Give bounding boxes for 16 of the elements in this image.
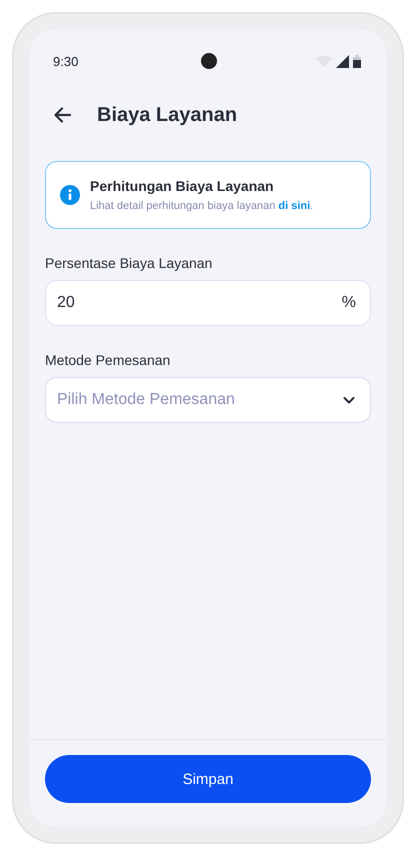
- percentage-field[interactable]: 20 %: [45, 280, 371, 326]
- battery-icon: [353, 54, 361, 68]
- back-arrow-icon: [53, 105, 73, 125]
- save-button[interactable]: Simpan: [45, 755, 371, 803]
- percent-suffix: %: [342, 294, 356, 312]
- status-time: 9:30: [53, 54, 78, 68]
- camera-icon: [201, 53, 217, 69]
- page-title: Biaya Layanan: [97, 104, 238, 126]
- info-text: Lihat detail perhitungan biaya layanan di sini.: [90, 200, 314, 212]
- field-label: Metode Pemesanan: [45, 352, 172, 368]
- info-icon: [60, 185, 80, 205]
- info-title: Perhitungan Biaya Layanan: [90, 178, 275, 194]
- signal-icon: [336, 54, 349, 68]
- field-label: Persentase Biaya Layanan: [45, 255, 214, 271]
- field-value: 20: [57, 294, 75, 312]
- details-link[interactable]: di sini: [278, 200, 310, 212]
